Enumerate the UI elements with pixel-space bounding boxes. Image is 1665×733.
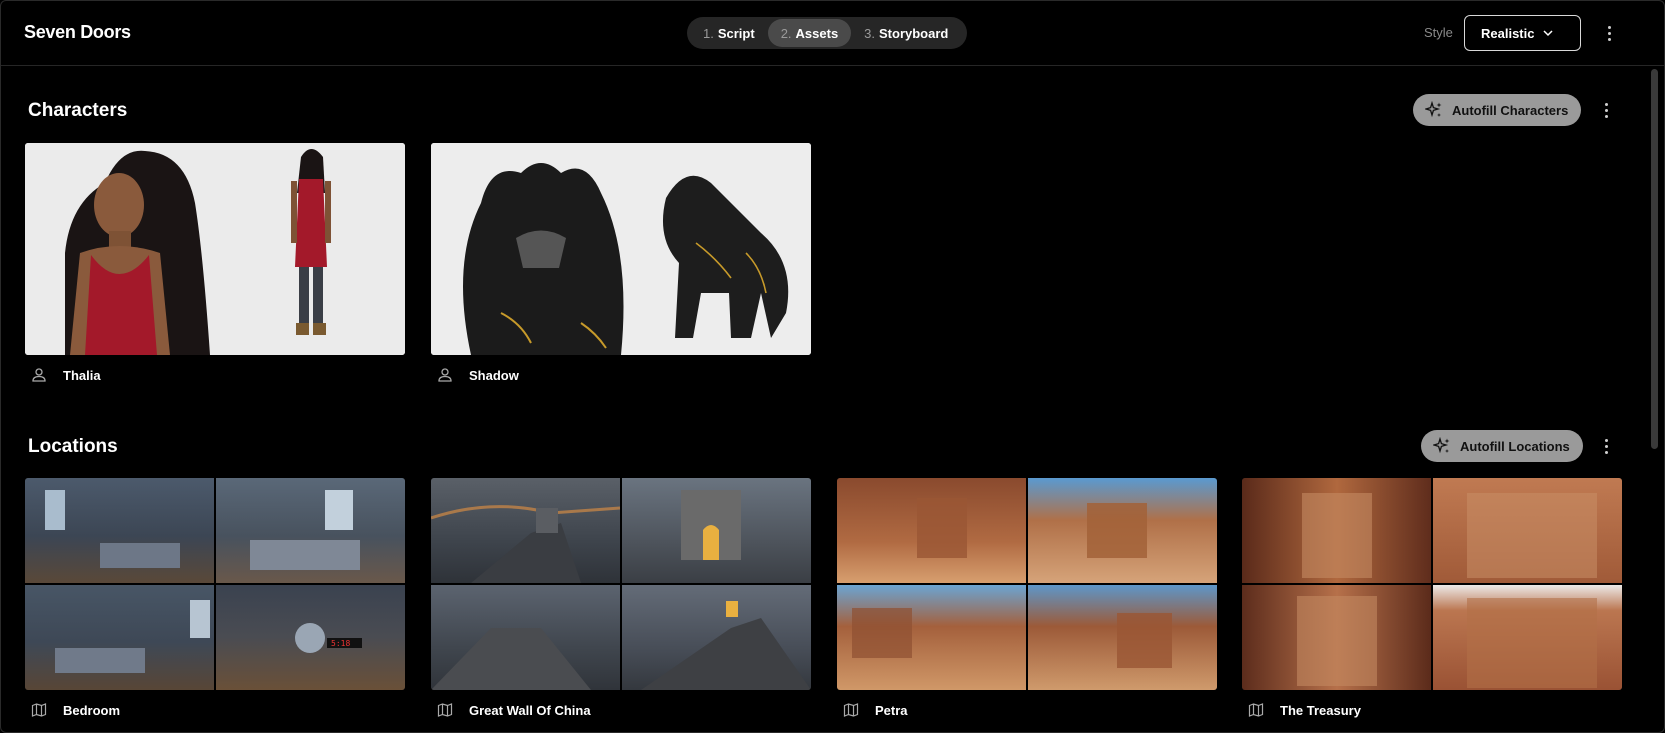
character-card-thalia[interactable]: Thalia (25, 143, 405, 383)
autofill-characters-label: Autofill Characters (1452, 102, 1569, 118)
sparkles-icon (1425, 101, 1442, 118)
character-image-thalia[interactable] (25, 143, 405, 355)
location-caption-bedroom: Bedroom (31, 702, 120, 718)
style-value: Realistic (1481, 25, 1535, 41)
chevron-down-icon (1543, 30, 1553, 37)
character-card-shadow[interactable]: Shadow (431, 143, 811, 383)
tab-script[interactable]: 1. Script (690, 19, 768, 47)
step-tabs: 1. Script 2. Assets 3. Storyboard (687, 17, 967, 49)
app-title: Seven Doors (24, 22, 131, 42)
location-card-bedroom[interactable]: 5:18 Bedroom (25, 478, 405, 718)
app-window: Seven Doors 1. Script 2. Assets 3. Story… (0, 0, 1665, 733)
style-dropdown[interactable]: Realistic (1464, 15, 1581, 51)
locations-more-icon[interactable] (1596, 436, 1616, 456)
more-options-icon[interactable] (1599, 23, 1619, 43)
person-icon (32, 368, 46, 382)
location-card-petra[interactable]: Petra (837, 478, 1217, 718)
map-icon (31, 703, 47, 717)
map-icon (437, 703, 453, 717)
character-image-shadow[interactable] (431, 143, 811, 355)
location-caption-petra: Petra (843, 702, 908, 718)
location-image-bedroom[interactable]: 5:18 (25, 478, 405, 690)
location-caption-great-wall: Great Wall Of China (437, 702, 591, 718)
location-name-bedroom: Bedroom (63, 702, 121, 718)
tab-storyboard-number: 3. (864, 25, 876, 41)
characters-more-icon[interactable] (1596, 100, 1616, 120)
location-name-great-wall: Great Wall Of China (469, 702, 591, 718)
svg-text:5:18: 5:18 (331, 639, 350, 648)
map-icon (843, 703, 859, 717)
sparkles-icon (1433, 437, 1450, 454)
tab-assets[interactable]: 2. Assets (767, 19, 852, 47)
location-name-treasury: The Treasury (1280, 702, 1361, 718)
character-name-thalia: Thalia (63, 367, 101, 383)
character-caption-thalia: Thalia (31, 367, 101, 383)
locations-heading: Locations (28, 436, 118, 457)
thalia-portrait (25, 143, 405, 355)
tab-storyboard[interactable]: 3. Storyboard (851, 19, 961, 47)
location-card-great-wall[interactable]: Great Wall Of China (431, 478, 811, 718)
location-image-petra[interactable] (837, 478, 1217, 690)
location-caption-treasury: The Treasury (1248, 702, 1361, 718)
character-caption-shadow: Shadow (437, 367, 519, 383)
characters-heading: Characters (28, 100, 128, 121)
style-label: Style (1424, 25, 1453, 40)
autofill-locations-button[interactable]: Autofill Locations (1421, 430, 1583, 462)
map-icon (1248, 703, 1264, 717)
location-card-treasury[interactable]: The Treasury (1242, 478, 1622, 718)
location-image-great-wall[interactable] (431, 478, 811, 690)
shadow-portrait (431, 143, 811, 355)
autofill-locations-label: Autofill Locations (1460, 438, 1570, 454)
tab-script-label: Script (717, 25, 755, 41)
tab-assets-number: 2. (780, 25, 792, 41)
character-name-shadow: Shadow (469, 367, 519, 383)
tab-assets-label: Assets (795, 25, 839, 41)
location-name-petra: Petra (875, 702, 908, 718)
top-bar: Seven Doors 1. Script 2. Assets 3. Story… (1, 1, 1664, 66)
autofill-characters-button[interactable]: Autofill Characters (1413, 94, 1582, 126)
person-icon (438, 368, 452, 382)
tab-storyboard-label: Storyboard (879, 25, 949, 41)
scrollbar[interactable] (1651, 69, 1658, 449)
location-image-treasury[interactable] (1242, 478, 1622, 690)
tab-script-number: 1. (703, 25, 714, 41)
